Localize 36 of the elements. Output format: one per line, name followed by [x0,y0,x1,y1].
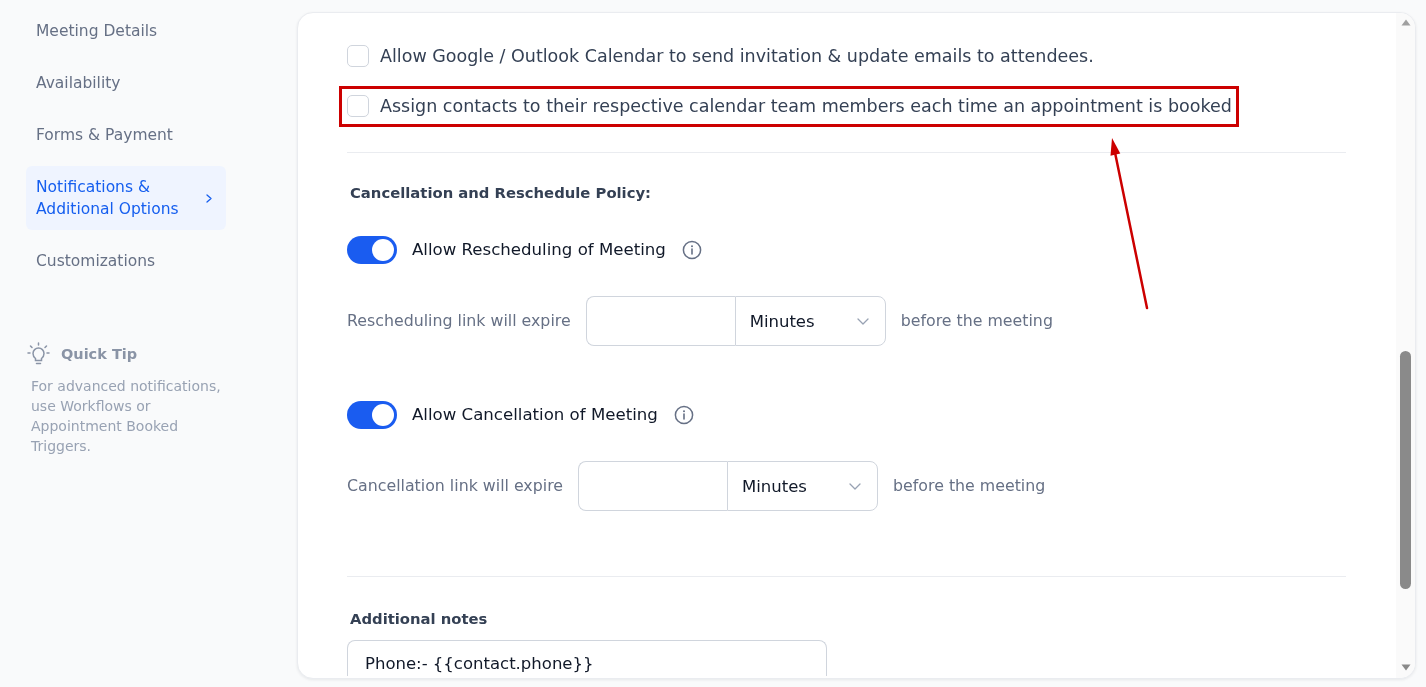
scroll-down-icon[interactable] [1400,664,1411,671]
scroll-up-icon[interactable] [1400,19,1411,26]
number-field[interactable] [578,461,727,511]
chevron-right-icon [206,193,212,203]
scrollbar-track[interactable] [1396,13,1415,678]
scrollbar-thumb[interactable] [1400,351,1411,589]
notes-field[interactable]: Phone:- {{contact.phone}} [347,640,827,676]
expiry-suffix: before the meeting [893,476,1046,496]
checkbox[interactable] [347,95,369,117]
checkbox[interactable] [347,45,369,67]
toggle-switch[interactable] [347,236,397,264]
info-icon[interactable] [673,405,694,425]
sidebar-item[interactable]: Forms & Payment [26,114,226,156]
expiry-label: Rescheduling link will expire [347,311,571,331]
tip-title: Quick Tip [61,344,138,364]
section-title: Cancellation and Reschedule Policy: [350,184,652,201]
notes-title: Additional notes [350,610,488,627]
sidebar-item[interactable]: Meeting Details [26,10,226,52]
unit-select[interactable]: Minutes [734,296,886,346]
lightbulb-icon [27,342,50,365]
checkbox-label: Assign contacts to their respective calendar team members each time an appointment is booked [380,95,1232,117]
number-field[interactable] [585,296,735,346]
sidebar-item[interactable]: Notifications & Additional Options [26,166,226,230]
toggle-label: Allow Cancellation of Meeting [412,404,658,426]
chevron-down-icon [849,482,861,490]
chevron-down-icon [856,317,869,325]
expiry-label: Cancellation link will expire [347,476,563,496]
info-icon[interactable] [681,240,702,260]
sidebar-item[interactable]: Availability [26,62,226,104]
expiry-suffix: before the meeting [900,311,1053,331]
sidebar-item[interactable]: Customizations [26,240,226,282]
checkbox-label: Allow Google / Outlook Calendar to send invitation & update emails to attendees. [380,45,1094,67]
tip-text: For advanced notifications, use Workflows or Appointment Booked Triggers. [31,377,222,456]
toggle-label: Allow Rescheduling of Meeting [412,239,666,261]
unit-select[interactable]: Minutes [727,461,878,511]
toggle-switch[interactable] [347,401,397,429]
